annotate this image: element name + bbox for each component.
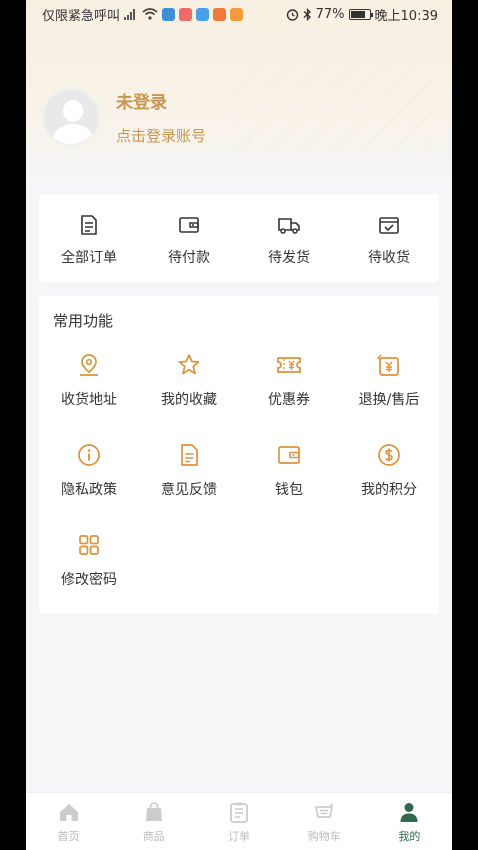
- status-right: 77% 晚上10:39: [286, 5, 438, 24]
- login-link[interactable]: 点击登录账号: [116, 125, 206, 146]
- wallet-item[interactable]: 钱包: [239, 442, 339, 532]
- battery-icon: [348, 8, 373, 20]
- profile-screen: 仅限紧急呼叫 77% 晚上10:39 未登录 点击登录账号 全部订单 待付款 待…: [26, 0, 452, 850]
- points-item[interactable]: 我的积分: [339, 442, 439, 532]
- star-icon: [178, 354, 200, 375]
- refund-icon: [376, 354, 399, 376]
- tab-mine[interactable]: 我的: [367, 793, 452, 850]
- bag-icon: [145, 802, 162, 821]
- orders-card: 全部订单 待付款 待发货 待收货: [39, 194, 439, 282]
- carrier-text: 仅限紧急呼叫: [42, 8, 121, 24]
- address-label: 收货地址: [61, 392, 117, 408]
- tab-products-label: 商品: [142, 830, 165, 843]
- returns-label: 退换/售后: [358, 392, 420, 408]
- order-pending-receipt[interactable]: 待收货: [339, 194, 439, 282]
- avatar[interactable]: [42, 88, 100, 146]
- feedback-label: 意见反馈: [161, 482, 217, 498]
- tab-cart[interactable]: 购物车: [282, 793, 367, 850]
- change-password-label: 修改密码: [61, 572, 117, 588]
- favorites-item[interactable]: 我的收藏: [139, 352, 239, 442]
- clipboard-icon: [230, 802, 248, 823]
- info-icon: [78, 444, 100, 466]
- favorites-label: 我的收藏: [161, 392, 217, 408]
- document-icon: [81, 215, 97, 235]
- tab-home[interactable]: 首页: [26, 793, 111, 850]
- feedback-icon: [181, 444, 198, 466]
- returns-item[interactable]: 退换/售后: [339, 352, 439, 442]
- address-item[interactable]: 收货地址: [39, 352, 139, 442]
- signal-icon: [124, 8, 138, 20]
- common-functions-card: 常用功能 收货地址 我的收藏 优惠券 退换/售后 隐私政策 意见反馈 钱包 我的…: [39, 296, 439, 614]
- tab-orders-label: 订单: [228, 830, 250, 843]
- map-pin-icon: [80, 354, 98, 376]
- tab-orders[interactable]: 订单: [196, 793, 281, 850]
- home-icon: [59, 804, 78, 821]
- shield-app-icon: [162, 7, 176, 21]
- order-all[interactable]: 全部订单: [39, 194, 139, 282]
- order-pending-shipment-label: 待发货: [268, 250, 310, 266]
- coupons-item[interactable]: 优惠券: [239, 352, 339, 442]
- privacy-label: 隐私政策: [61, 482, 117, 498]
- bottom-tab-bar: 首页 商品 订单 购物车 我的: [26, 792, 452, 850]
- login-prompt[interactable]: 未登录 点击登录账号: [42, 88, 206, 146]
- points-label: 我的积分: [361, 482, 417, 498]
- tv-app-icon: [196, 7, 210, 21]
- status-left: 仅限紧急呼叫: [42, 5, 244, 24]
- red-app-icon: [179, 7, 193, 21]
- wallet-icon: [179, 217, 199, 233]
- tab-cart-label: 购物车: [307, 830, 341, 843]
- tab-home-label: 首页: [57, 830, 80, 843]
- tab-mine-label: 我的: [398, 830, 421, 843]
- wallet-icon: [278, 446, 300, 464]
- grid-icon: [79, 535, 99, 555]
- clock-text: 晚上10:39: [374, 8, 438, 24]
- coin-icon: [378, 444, 400, 466]
- section-title: 常用功能: [53, 312, 114, 330]
- profile-text: 未登录 点击登录账号: [116, 88, 206, 146]
- play-app-icon: [230, 7, 244, 21]
- news-app-icon: [213, 7, 227, 21]
- order-pending-shipment[interactable]: 待发货: [239, 194, 339, 282]
- feedback-item[interactable]: 意见反馈: [139, 442, 239, 532]
- order-pending-receipt-label: 待收货: [368, 250, 410, 266]
- wifi-icon: [142, 8, 158, 20]
- box-check-icon: [379, 217, 399, 234]
- battery-percent: 77%: [315, 6, 345, 22]
- tab-products[interactable]: 商品: [111, 793, 196, 850]
- order-all-label: 全部订单: [61, 250, 117, 266]
- person-icon: [400, 803, 418, 822]
- change-password-item[interactable]: 修改密码: [39, 532, 139, 622]
- bluetooth-icon: [303, 7, 311, 21]
- truck-icon: [278, 218, 300, 234]
- function-grid: 收货地址 我的收藏 优惠券 退换/售后 隐私政策 意见反馈 钱包 我的积分 修改…: [39, 352, 439, 622]
- login-status: 未登录: [116, 93, 167, 113]
- order-pending-payment-label: 待付款: [168, 250, 210, 266]
- alarm-icon: [286, 8, 298, 21]
- coupons-label: 优惠券: [268, 392, 310, 408]
- order-pending-payment[interactable]: 待付款: [139, 194, 239, 282]
- cart-icon: [315, 803, 334, 818]
- wallet-label: 钱包: [275, 482, 303, 498]
- privacy-item[interactable]: 隐私政策: [39, 442, 139, 532]
- status-bar: 仅限紧急呼叫 77% 晚上10:39: [26, 0, 452, 28]
- coupon-icon: [277, 357, 301, 373]
